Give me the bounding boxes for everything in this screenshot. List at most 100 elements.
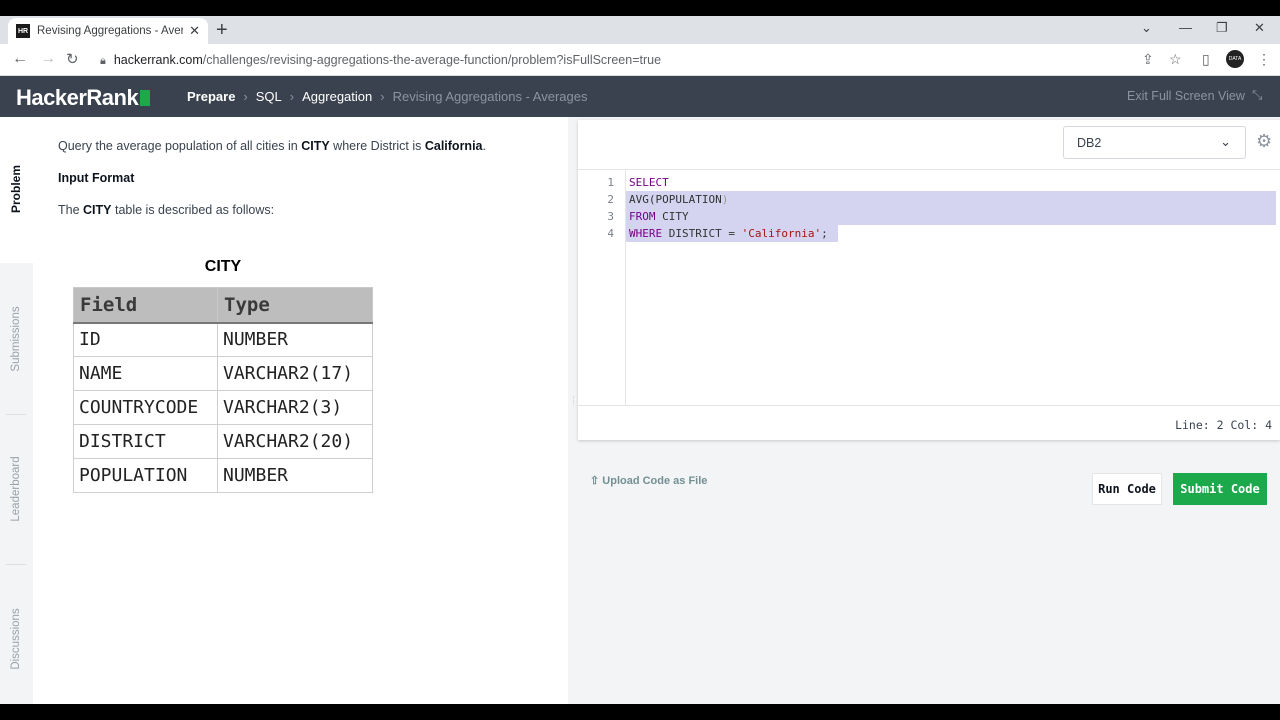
table-row: NAME VARCHAR2(17) — [73, 356, 373, 391]
code-text: CITY — [655, 210, 689, 223]
statement-text: . — [482, 139, 486, 153]
breadcrumb-current: Revising Aggregations - Averages — [392, 89, 588, 104]
column-header: Type — [217, 287, 373, 324]
tab-search-icon[interactable]: ⌄ — [1141, 20, 1152, 36]
description-table: CITY — [83, 203, 112, 217]
divider — [6, 414, 26, 415]
code-line: FROM CITY — [629, 210, 689, 223]
code-string: 'California' — [741, 227, 822, 240]
divider — [6, 564, 26, 565]
line-number: 4 — [607, 227, 614, 240]
new-tab-icon[interactable]: + — [216, 18, 228, 42]
table-caption: CITY — [204, 258, 242, 275]
hackerrank-logo[interactable]: HackerRank — [16, 85, 151, 111]
minimize-icon[interactable]: — — [1179, 20, 1192, 35]
bookmark-star-icon[interactable]: ☆ — [1169, 51, 1182, 68]
problem-panel: Query the average population of all citi… — [33, 117, 568, 704]
statement-district: California — [424, 139, 483, 153]
table-row: COUNTRYCODE VARCHAR2(3) — [73, 390, 373, 425]
chevron-right-icon: › — [289, 89, 295, 104]
field-cell: COUNTRYCODE — [73, 390, 218, 425]
code-editor[interactable]: 1 2 3 4 SELECT AVG(POPULATION) FROM CITY… — [578, 170, 1280, 406]
code-function: AVG — [629, 193, 649, 206]
field-cell: DISTRICT — [73, 424, 218, 459]
column-header: Field — [73, 287, 218, 324]
avatar[interactable]: DATA — [1226, 50, 1244, 68]
code-line: AVG(POPULATION) — [629, 193, 728, 206]
gear-icon[interactable]: ⚙ — [1256, 131, 1272, 152]
run-code-button[interactable]: Run Code — [1092, 473, 1162, 505]
exit-fullscreen-link[interactable]: Exit Full Screen View — [1127, 89, 1245, 103]
tab-title: Revising Aggregations - Average — [37, 25, 184, 37]
city-schema-table: Field Type ID NUMBER NAME VARCHAR2(17) COU… — [73, 287, 373, 493]
editor-card: DB2 ⌄ ⚙ 1 2 3 4 SELECT AVG(POPULATION) F… — [578, 120, 1280, 440]
tab-discussions[interactable]: Discussions — [10, 608, 22, 669]
browser-tab-bar: HR Revising Aggregations - Average ✕ + ⌄… — [0, 16, 1280, 44]
table-header-row: Field Type — [73, 287, 373, 324]
field-cell: NAME — [73, 356, 218, 391]
screen: HR Revising Aggregations - Average ✕ + ⌄… — [0, 16, 1280, 704]
reload-icon[interactable]: ↻ — [66, 50, 79, 68]
selection-highlight — [626, 208, 1276, 225]
type-cell: NUMBER — [217, 458, 373, 493]
language-value: DB2 — [1077, 136, 1102, 150]
breadcrumb-sql[interactable]: SQL — [256, 89, 282, 104]
tab-problem[interactable]: Problem — [9, 165, 23, 213]
code-line: SELECT — [629, 176, 669, 189]
table-row: ID NUMBER — [73, 322, 373, 357]
tab-submissions[interactable]: Submissions — [10, 306, 22, 371]
code-keyword: SELECT — [629, 176, 669, 189]
table-row: DISTRICT VARCHAR2(20) — [73, 424, 373, 459]
side-panel-icon[interactable]: ▯ — [1202, 51, 1210, 68]
lock-icon: 🔒︎ — [100, 55, 106, 67]
upload-icon: ⇧ — [590, 475, 603, 487]
browser-tab[interactable]: HR Revising Aggregations - Average ✕ — [8, 18, 208, 44]
upload-label: Upload Code as File — [602, 475, 708, 487]
forward-icon[interactable]: → — [40, 50, 56, 68]
hackerrank-favicon-icon: HR — [16, 24, 30, 38]
close-icon[interactable]: ✕ — [189, 23, 200, 39]
hackerrank-header: HackerRank Prepare › SQL › Aggregation › Revis… — [0, 76, 1280, 117]
more-menu-icon[interactable]: ⋮ — [1257, 51, 1271, 68]
description-text: table is described as follows: — [111, 203, 275, 217]
description-text: The — [58, 203, 84, 217]
chevron-down-icon: ⌄ — [1220, 134, 1231, 149]
code-keyword: FROM — [629, 210, 656, 223]
breadcrumb-aggregation[interactable]: Aggregation — [302, 89, 372, 104]
back-icon[interactable]: ← — [12, 50, 28, 68]
type-cell: VARCHAR2(3) — [217, 390, 373, 425]
window-close-icon[interactable]: ✕ — [1254, 20, 1265, 36]
type-cell: VARCHAR2(20) — [217, 424, 373, 459]
statement-table: CITY — [301, 139, 330, 153]
upload-code-link[interactable]: ⇧ Upload Code as File — [590, 474, 707, 487]
url-field[interactable]: 🔒︎ hackerrank.com/challenges/revising-agg… — [100, 53, 661, 68]
breadcrumb-prepare[interactable]: Prepare — [187, 89, 235, 104]
submit-code-button[interactable]: Submit Code — [1173, 473, 1267, 505]
line-number: 3 — [607, 210, 614, 223]
chevron-right-icon: › — [380, 89, 385, 104]
collapse-icon[interactable]: ⤡ — [1252, 87, 1262, 103]
address-bar: ← → ↻ 🔒︎ hackerrank.com/challenges/revisi… — [0, 44, 1280, 76]
table-description: The CITY table is described as follows: — [58, 203, 274, 217]
breadcrumb: Prepare › SQL › Aggregation › Revising Aggrega… — [187, 89, 587, 104]
editor-panel: ⋮ ⋮ DB2 ⌄ ⚙ 1 2 3 4 SELECT AVG(POPULATIO… — [568, 117, 1280, 704]
line-gutter: 1 2 3 4 — [578, 170, 626, 406]
code-paren: ( — [648, 193, 656, 206]
editor-toolbar: DB2 ⌄ ⚙ — [578, 120, 1280, 170]
code-argument: POPULATION — [655, 193, 722, 206]
input-format-heading: Input Format — [58, 171, 135, 185]
tab-leaderboard[interactable]: Leaderboard — [10, 456, 22, 521]
url-path: /challenges/revising-aggregations-the-av… — [202, 53, 662, 67]
url-host: hackerrank.com — [113, 53, 203, 67]
language-select[interactable]: DB2 ⌄ — [1063, 126, 1246, 159]
maximize-icon[interactable]: ❐ — [1216, 20, 1228, 36]
statement-text: where District is — [329, 139, 425, 153]
chevron-right-icon: › — [243, 89, 248, 104]
code-keyword: WHERE — [629, 227, 663, 240]
panel-resize-handle[interactable]: ⋮ ⋮ — [570, 396, 577, 408]
table-row: POPULATION NUMBER — [73, 458, 373, 493]
cursor-status: Line: 2 Col: 4 — [1175, 418, 1272, 432]
problem-statement: Query the average population of all citi… — [58, 139, 486, 153]
share-icon[interactable]: ⇪ — [1142, 51, 1154, 68]
line-number: 1 — [607, 176, 614, 189]
